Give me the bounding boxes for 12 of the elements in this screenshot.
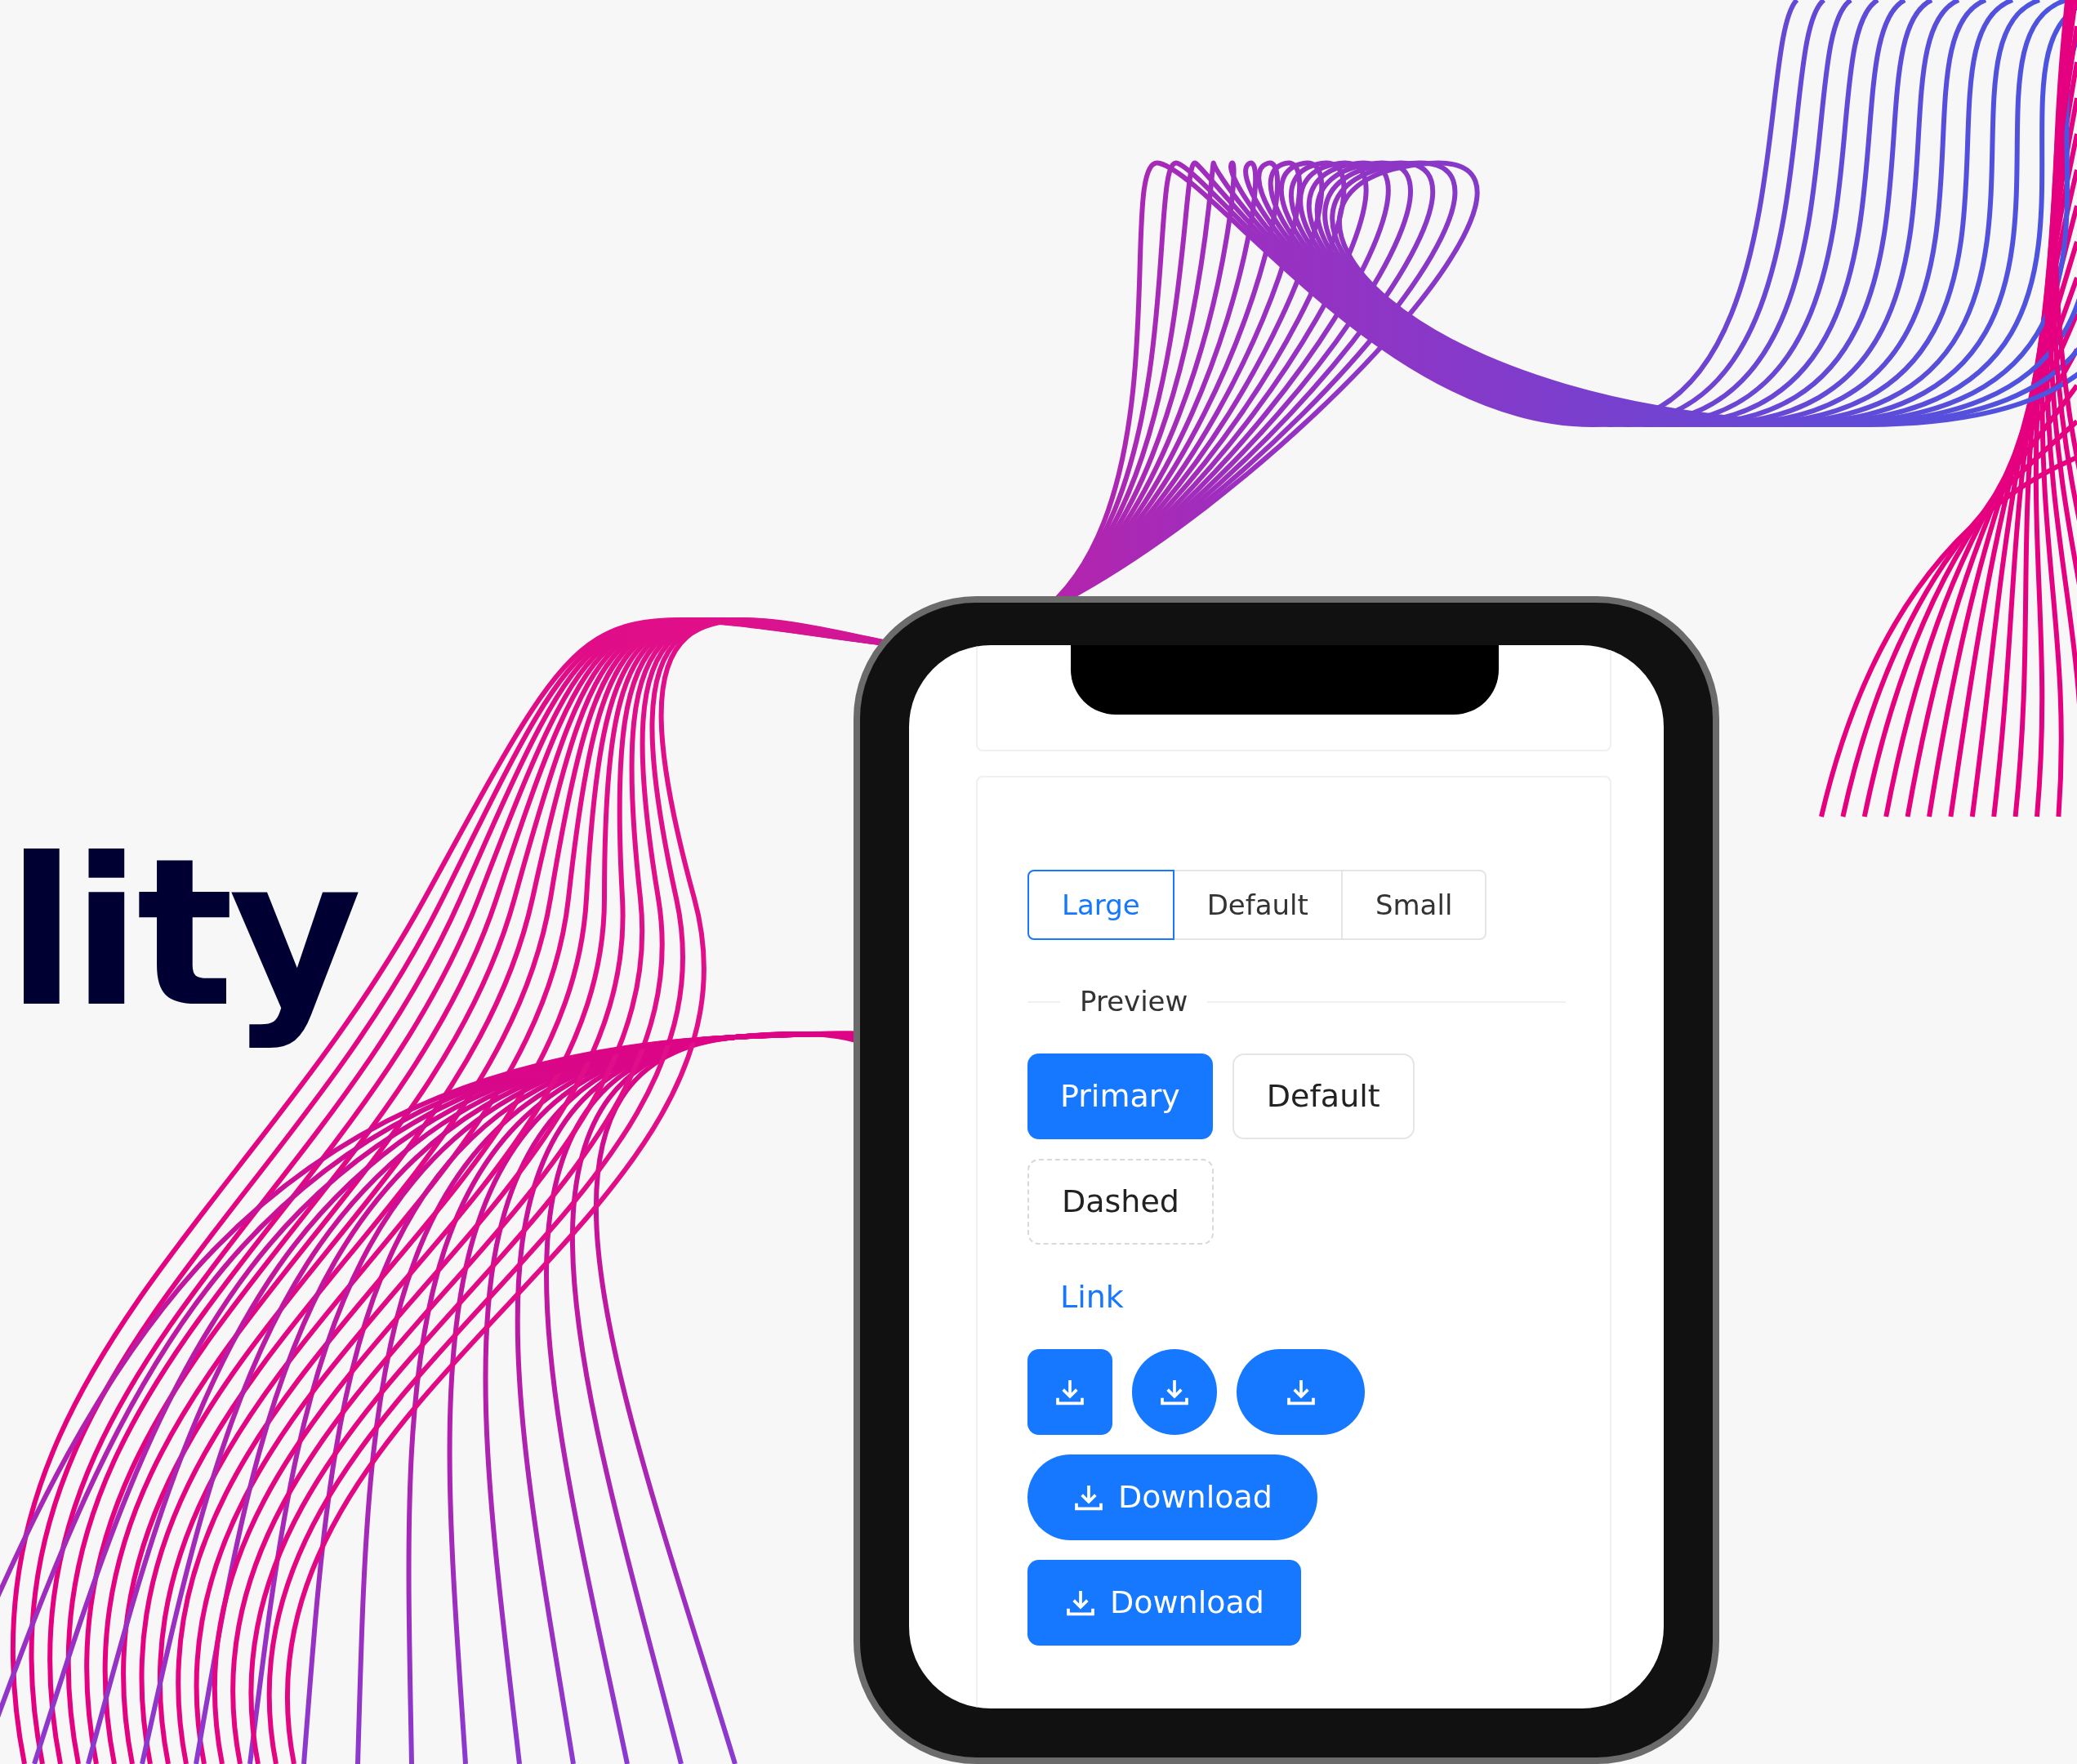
link-button[interactable]: Link [1027, 1264, 1157, 1330]
headline: lity [7, 813, 357, 1054]
size-tab[interactable]: Small [1340, 870, 1487, 940]
download-button[interactable]: Download [1027, 1560, 1301, 1646]
download-button[interactable]: Download [1027, 1454, 1317, 1540]
size-tab[interactable]: Large [1027, 870, 1174, 940]
default-button[interactable]: Default [1232, 1054, 1415, 1139]
download-button[interactable] [1027, 1349, 1112, 1435]
dashed-button[interactable]: Dashed [1027, 1159, 1214, 1245]
primary-button[interactable]: Primary [1027, 1054, 1213, 1139]
section-title: Preview [1080, 984, 1188, 1019]
size-tab[interactable]: Default [1172, 870, 1343, 940]
